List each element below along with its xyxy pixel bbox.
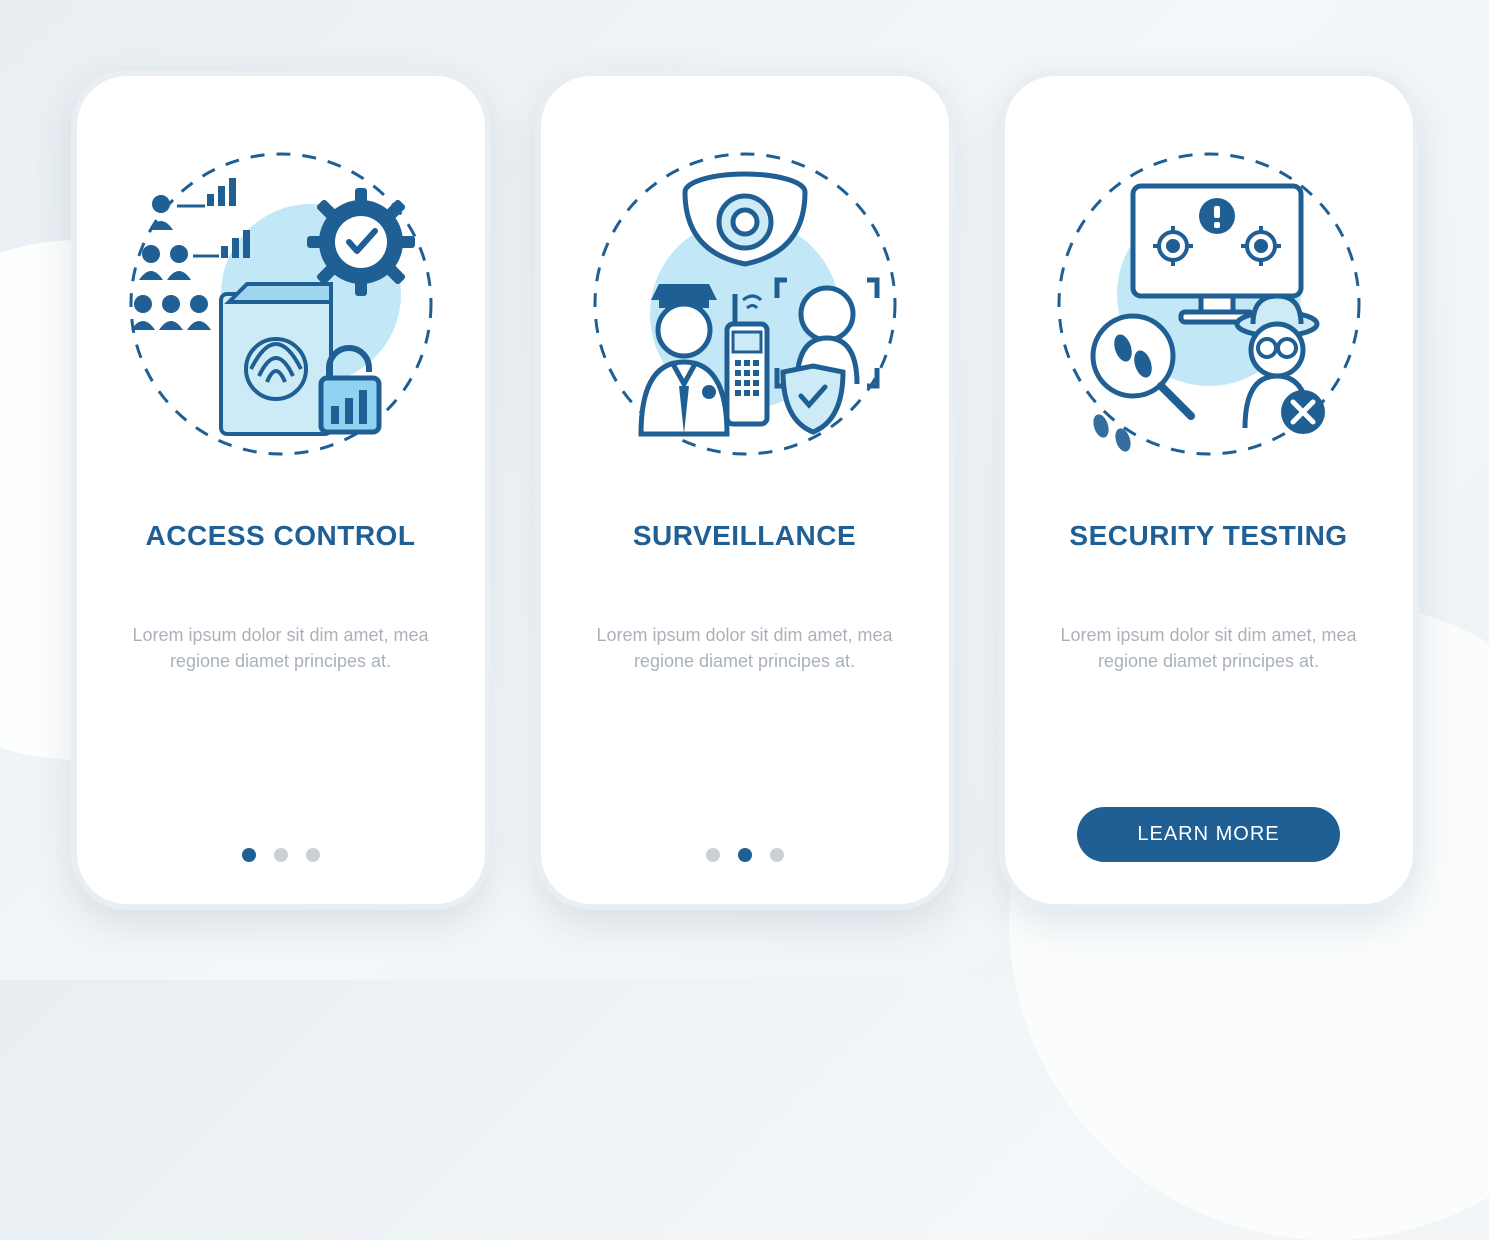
pager-dot-2[interactable] [274, 848, 288, 862]
access-control-icon [121, 144, 441, 464]
screen-title: SURVEILLANCE [633, 520, 856, 552]
screen-title: ACCESS CONTROL [146, 520, 416, 552]
pager-dot-1[interactable] [706, 848, 720, 862]
screen-description: Lorem ipsum dolor sit dim amet, mea regi… [1059, 622, 1359, 674]
screen-description: Lorem ipsum dolor sit dim amet, mea regi… [131, 622, 431, 674]
pager-dot-1[interactable] [242, 848, 256, 862]
onboarding-phones: ACCESS CONTROL Lorem ipsum dolor sit dim… [71, 70, 1419, 910]
learn-more-button[interactable]: LEARN MORE [1077, 807, 1339, 862]
pager-dot-2[interactable] [738, 848, 752, 862]
phone-mockup-1: ACCESS CONTROL Lorem ipsum dolor sit dim… [71, 70, 491, 910]
surveillance-icon [585, 144, 905, 464]
phone-mockup-2: SURVEILLANCE Lorem ipsum dolor sit dim a… [535, 70, 955, 910]
pager-dot-3[interactable] [770, 848, 784, 862]
pager-dot-3[interactable] [306, 848, 320, 862]
screen-title: SECURITY TESTING [1069, 520, 1347, 552]
phone-mockup-3: SECURITY TESTING Lorem ipsum dolor sit d… [999, 70, 1419, 910]
screen-description: Lorem ipsum dolor sit dim amet, mea regi… [595, 622, 895, 674]
security-testing-icon [1049, 144, 1369, 464]
pager [77, 848, 485, 862]
pager [541, 848, 949, 862]
